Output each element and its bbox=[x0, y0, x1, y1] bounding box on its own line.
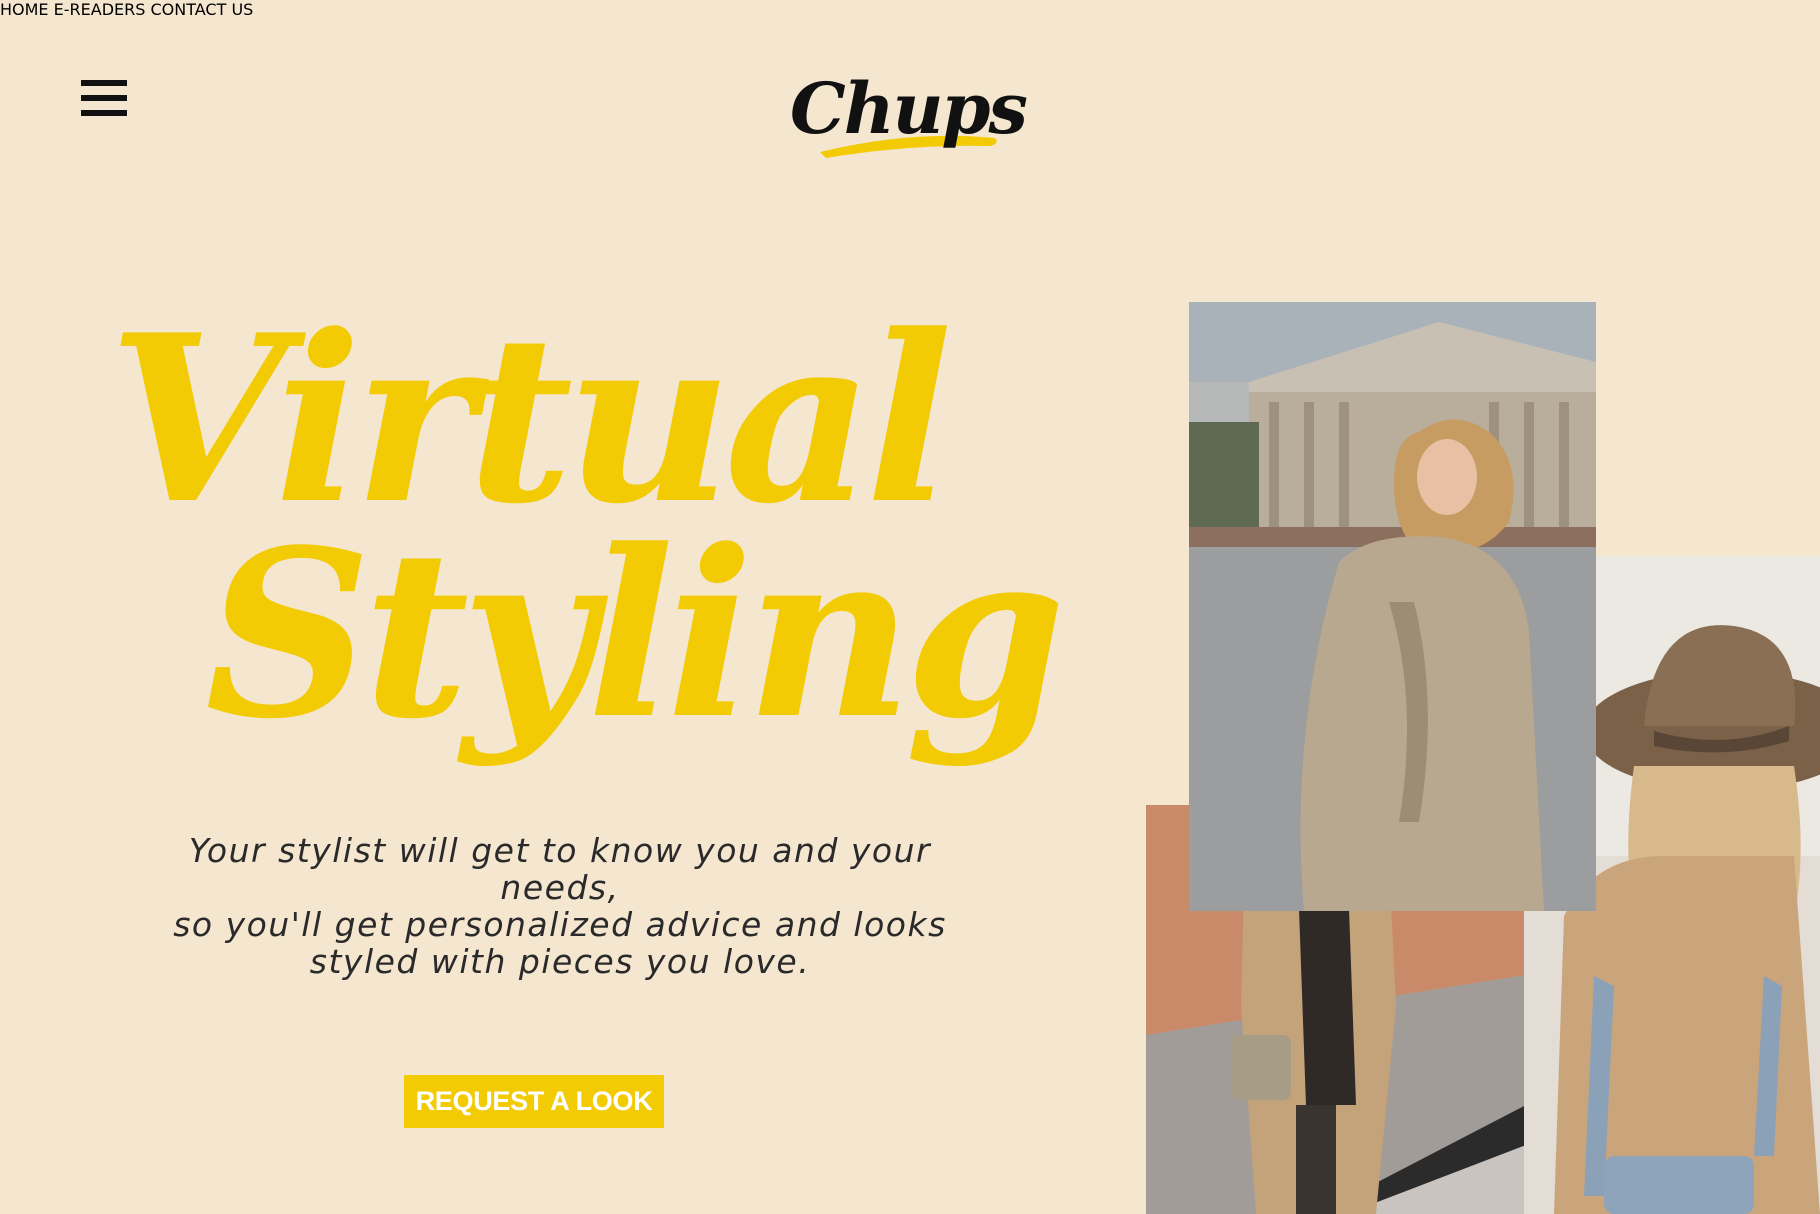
brand-logo[interactable]: Chups bbox=[790, 64, 1030, 160]
hero-subtitle-line: so you'll get personalized advice and lo… bbox=[173, 905, 947, 944]
menu-bar bbox=[81, 95, 127, 101]
photo-woman-building bbox=[1189, 302, 1596, 911]
hero-headline-line2: Styling bbox=[205, 500, 1066, 770]
hero-subtitle-line: Your stylist will get to know you and yo… bbox=[188, 831, 932, 907]
photo-woman-building-image bbox=[1189, 302, 1596, 911]
hero-subtitle-line: styled with pieces you love. bbox=[309, 942, 811, 981]
menu-bar bbox=[81, 110, 127, 116]
main-nav: HOME E-READERS CONTACT US bbox=[0, 0, 1820, 19]
menu-bar bbox=[81, 80, 127, 86]
hamburger-menu-icon[interactable] bbox=[81, 80, 127, 120]
request-a-look-button[interactable]: REQUEST A LOOK bbox=[404, 1075, 664, 1128]
nav-contact-us[interactable]: CONTACT US bbox=[151, 0, 254, 19]
logo-text: Chups bbox=[790, 67, 1028, 150]
nav-home[interactable]: HOME bbox=[0, 0, 49, 19]
nav-e-readers[interactable]: E-READERS bbox=[54, 0, 146, 19]
hero-subtitle: Your stylist will get to know you and yo… bbox=[140, 832, 980, 980]
